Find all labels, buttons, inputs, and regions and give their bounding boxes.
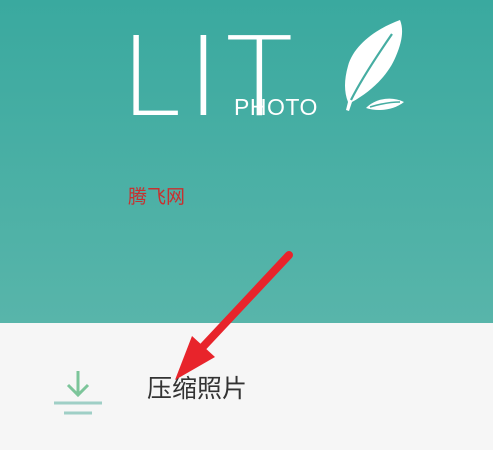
compress-photo-item[interactable]: 压缩照片 <box>0 363 493 423</box>
download-icon <box>54 371 102 415</box>
feather-icon <box>345 20 404 111</box>
action-panel: 压缩照片 <box>0 323 493 450</box>
header-banner: LIT PHOTO 腾飞网 <box>0 0 493 323</box>
lit-photo-screen: LIT PHOTO 腾飞网 压缩照片 <box>0 0 493 450</box>
compress-photo-label: 压缩照片 <box>147 374 248 403</box>
logo-subtext: PHOTO <box>234 94 318 120</box>
watermark-text: 腾飞网 <box>128 186 186 208</box>
